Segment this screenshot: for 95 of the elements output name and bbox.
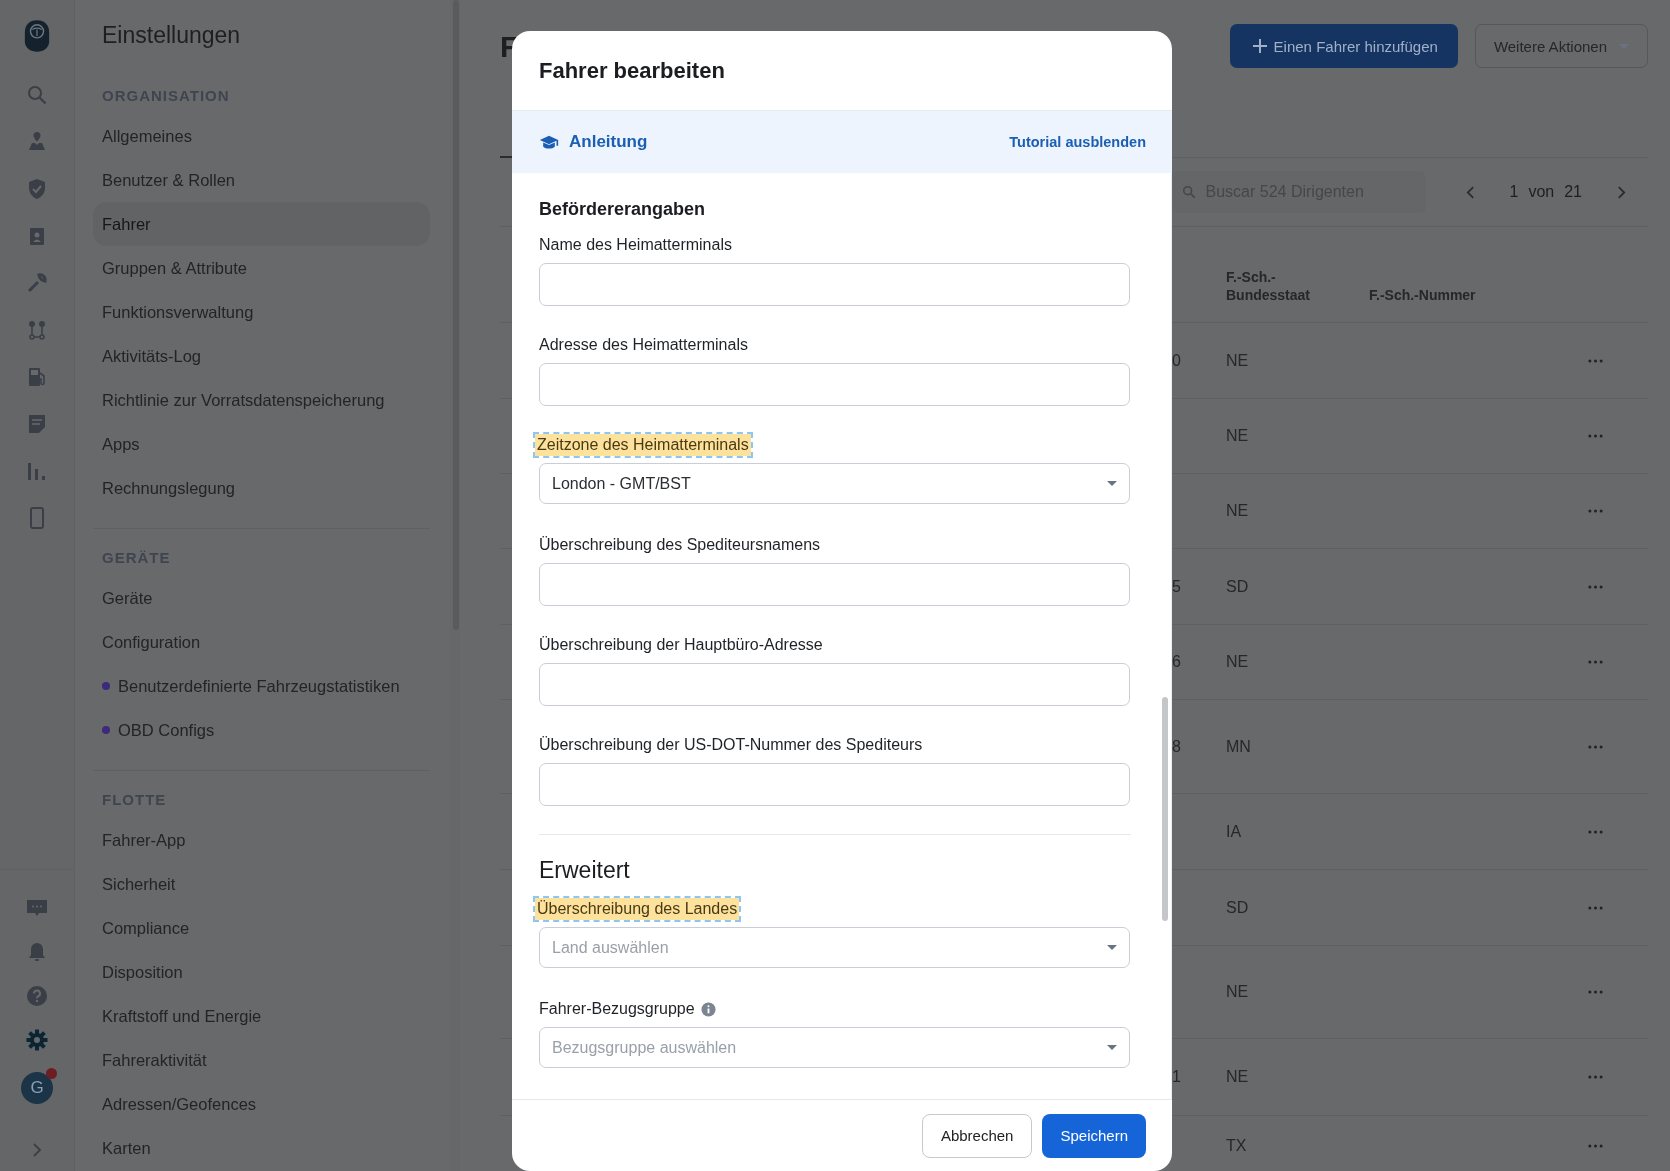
wrench-icon[interactable]: [25, 271, 49, 295]
sidebar-item[interactable]: Karten: [93, 1126, 430, 1170]
graduation-cap-icon: [539, 134, 559, 150]
cancel-button[interactable]: Abbrechen: [921, 1113, 1033, 1158]
sidebar-item[interactable]: Funktionsverwaltung: [93, 290, 430, 334]
field-label: Überschreibung des Landes: [535, 898, 740, 920]
sidebar-item[interactable]: Benutzer & Rollen: [93, 158, 430, 202]
caret-icon: [1107, 481, 1117, 486]
input-field[interactable]: [539, 263, 1130, 306]
input-field[interactable]: [539, 563, 1130, 606]
page-total: 21: [1564, 183, 1582, 201]
more-icon[interactable]: [1588, 1075, 1603, 1079]
sidebar-item[interactable]: Sicherheit: [93, 862, 430, 906]
input-field[interactable]: [539, 763, 1130, 806]
dialog-title: Fahrer bearbeiten: [539, 57, 725, 84]
more-icon[interactable]: [1588, 990, 1603, 994]
table-cell: 6: [1172, 653, 1181, 671]
table-cell: 1: [1172, 1068, 1181, 1086]
sidebar-item[interactable]: Rechnungslegung: [93, 466, 430, 510]
table-cell: MN: [1226, 737, 1251, 756]
search-icon: [1181, 185, 1196, 199]
more-icon[interactable]: [1588, 434, 1603, 438]
select-field[interactable]: Bezugsgruppe auswählen: [539, 1027, 1130, 1068]
add-driver-button[interactable]: Einen Fahrer hinzufügen: [1229, 24, 1458, 68]
sidebar-item[interactable]: Apps: [93, 422, 430, 466]
chevron-right-icon: [1616, 184, 1626, 200]
field-label: Name des Heimatterminals: [539, 235, 732, 255]
table-cell: IA: [1226, 822, 1242, 841]
chevron-left-icon: [1466, 184, 1475, 200]
sidebar-item[interactable]: Richtlinie zur Vorratsdatenspeicherung: [93, 378, 430, 422]
more-icon[interactable]: [1588, 660, 1603, 664]
caret-icon: [1107, 945, 1117, 950]
table-cell: SD: [1226, 898, 1249, 917]
more-icon[interactable]: [1588, 358, 1603, 363]
save-button[interactable]: Speichern: [1042, 1113, 1146, 1158]
table-cell: NE: [1226, 427, 1249, 445]
select-field[interactable]: London - GMT/BST: [539, 463, 1130, 504]
field-label: Fahrer-Bezugsgruppe: [539, 998, 716, 1020]
more-icon[interactable]: [1588, 905, 1603, 910]
more-icon[interactable]: [1588, 1143, 1603, 1148]
sidebar-item[interactable]: Disposition: [93, 950, 430, 994]
sidebar-item[interactable]: Benutzerdefinierte Fahrzeugstatistiken: [93, 664, 430, 708]
field-label: Adresse des Heimatterminals: [539, 335, 748, 355]
column-header[interactable]: F.-Sch.-Bundesstaat: [1226, 269, 1326, 304]
sidebar-item[interactable]: Compliance: [93, 906, 430, 950]
table-cell: NE: [1226, 653, 1249, 671]
field-label: Überschreibung der US-DOT-Nummer des Spediteurs: [539, 735, 923, 755]
column-header[interactable]: F.-Sch.-Nummer: [1369, 286, 1476, 304]
help-icon[interactable]: [25, 984, 49, 1008]
tutorial-label: Anleitung: [569, 132, 648, 152]
sidebar-item[interactable]: Geräte: [93, 576, 430, 620]
more-icon[interactable]: [1588, 829, 1603, 834]
field-label: Überschreibung der Hauptbüro-Adresse: [539, 635, 823, 655]
settings-icon[interactable]: [25, 1028, 49, 1052]
sidebar-item[interactable]: Fahrer-App: [93, 818, 430, 862]
owl-logo-icon[interactable]: [23, 18, 51, 54]
sidebar-item[interactable]: Kraftstoff und Energie: [93, 994, 430, 1038]
more-actions-button[interactable]: Weitere Aktionen: [1474, 24, 1648, 68]
page-number: 1: [1509, 183, 1519, 201]
page-of-label: von: [1528, 183, 1555, 201]
chevron-right-icon[interactable]: [32, 1142, 42, 1158]
sidebar-title: Einstellungen: [102, 22, 242, 50]
section-title: Erweitert: [539, 857, 631, 884]
sidebar-item[interactable]: Fahreraktivität: [93, 1038, 430, 1082]
table-cell: NE: [1226, 983, 1249, 1001]
sidebar-item[interactable]: Configuration: [93, 620, 430, 664]
hide-tutorial-link[interactable]: Tutorial ausblenden: [1009, 134, 1146, 150]
sidebar-item[interactable]: OBD Configs: [93, 708, 430, 752]
caret-icon: [1107, 1045, 1117, 1050]
table-cell: TX: [1226, 1136, 1247, 1155]
table-cell: 5: [1172, 577, 1181, 596]
sidebar-item[interactable]: Gruppen & Attribute: [93, 246, 430, 290]
table-cell: NE: [1226, 351, 1249, 370]
input-field[interactable]: [539, 663, 1130, 706]
search-icon[interactable]: [25, 83, 49, 107]
field-label: Zeitzone des Heimatterminals: [535, 434, 751, 456]
scrollbar-thumb[interactable]: [1162, 697, 1168, 921]
table-cell: SD: [1226, 577, 1249, 596]
plus-icon: [1251, 38, 1268, 54]
table-cell: NE: [1226, 1068, 1249, 1086]
table-cell: 8: [1172, 737, 1181, 756]
sidebar-item[interactable]: Adressen/Geofences: [93, 1082, 430, 1126]
field-label: Überschreibung des Spediteursnamens: [539, 535, 821, 555]
table-cell: NE: [1226, 502, 1249, 520]
section-title: Befördererangaben: [539, 199, 707, 220]
sidebar-item[interactable]: Fahrer: [93, 202, 430, 246]
sidebar-item[interactable]: Allgemeines: [93, 114, 430, 158]
sidebar-item[interactable]: Aktivitäts-Log: [93, 334, 430, 378]
more-icon[interactable]: [1588, 584, 1603, 589]
more-icon[interactable]: [1588, 744, 1603, 749]
more-icon[interactable]: [1588, 509, 1603, 513]
input-field[interactable]: [539, 363, 1130, 406]
table-cell: 0: [1172, 351, 1181, 370]
select-field[interactable]: Land auswählen: [539, 927, 1130, 968]
info-icon[interactable]: [700, 1001, 716, 1017]
